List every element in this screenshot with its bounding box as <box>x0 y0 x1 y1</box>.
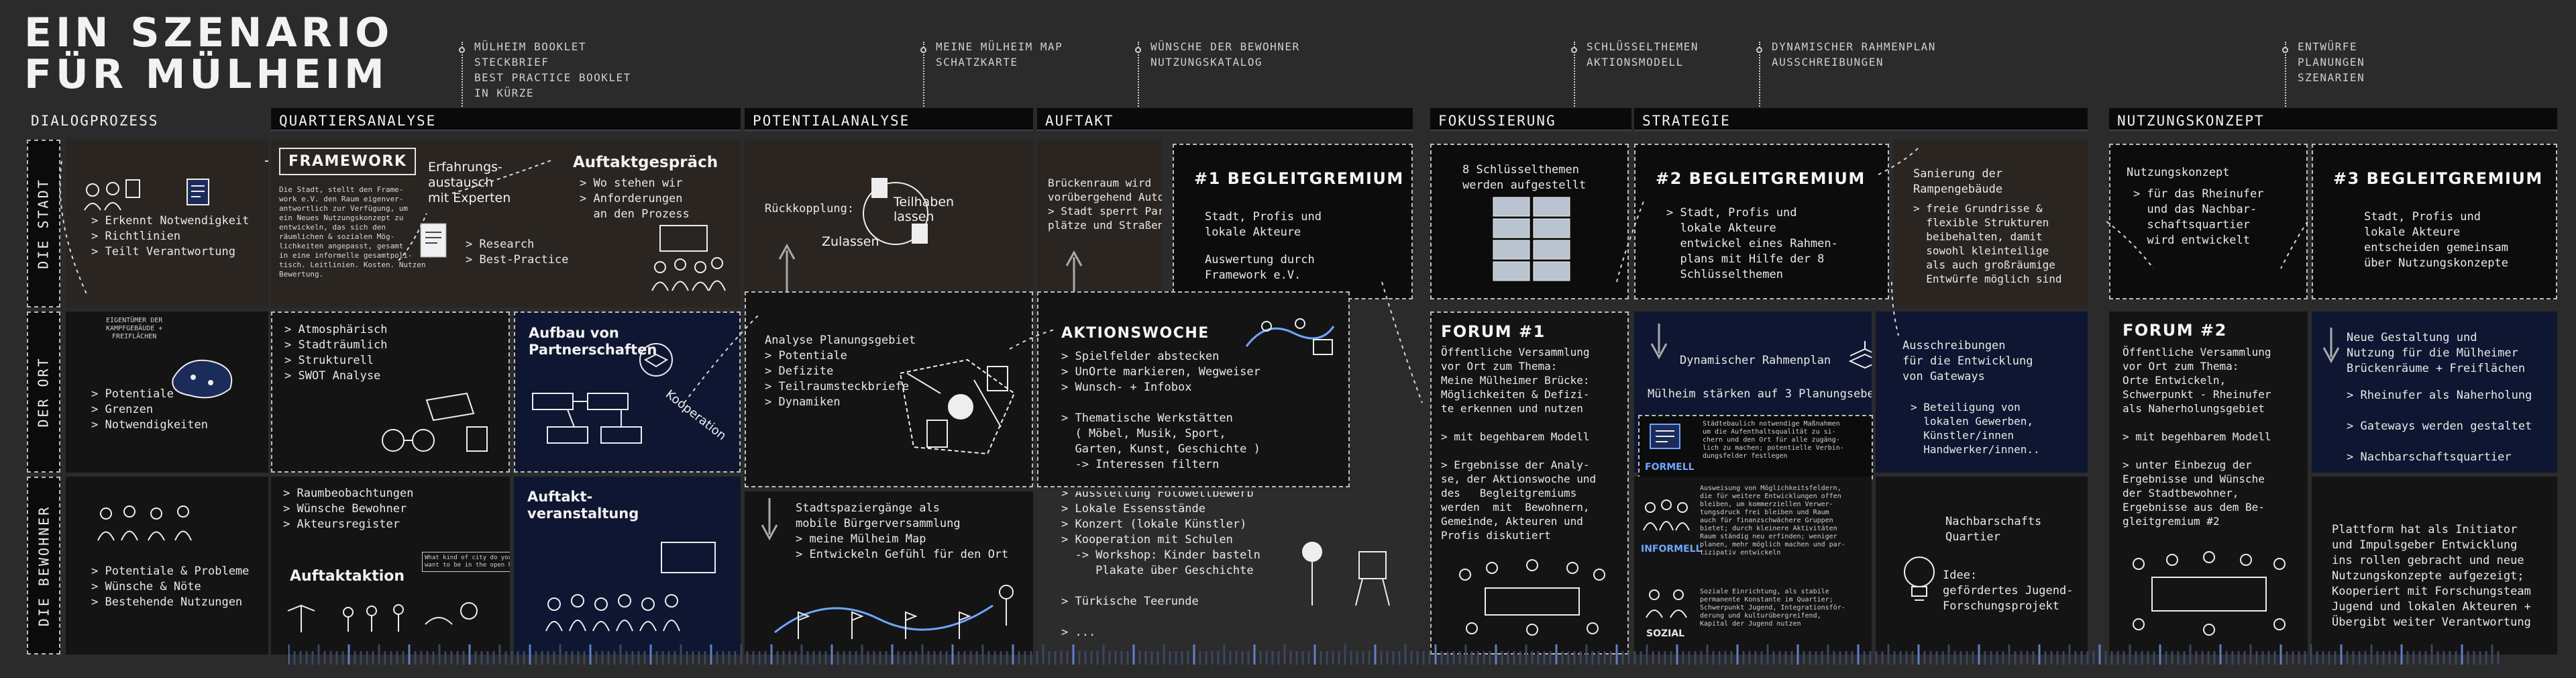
timeline-ruler <box>288 644 2500 665</box>
process-flow-lines <box>59 147 2308 403</box>
